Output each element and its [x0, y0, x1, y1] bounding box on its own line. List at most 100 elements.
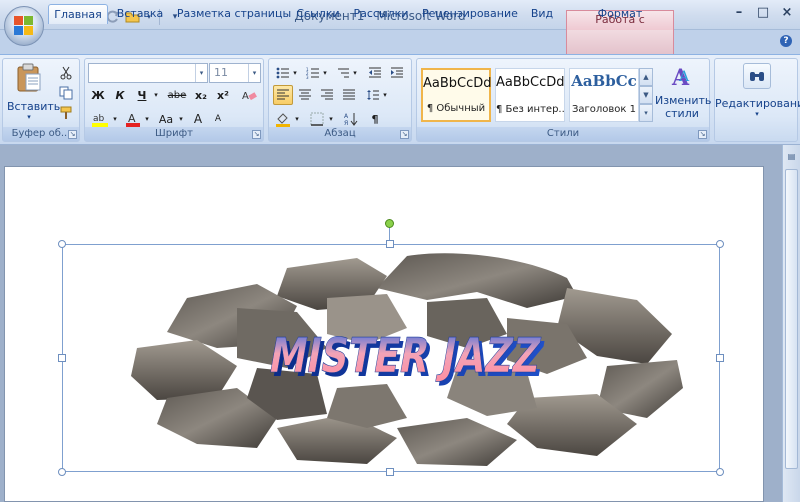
- font-name-dropdown-icon: ▾: [195, 64, 207, 82]
- font-color-icon[interactable]: A: [123, 109, 143, 129]
- minimize-icon[interactable]: –: [732, 6, 746, 20]
- gallery-more-icon[interactable]: ▾: [639, 104, 653, 122]
- editing-label: Редактирование: [715, 97, 800, 110]
- ribbon-tabs: [0, 30, 800, 54]
- multilevel-list-icon[interactable]: [333, 63, 353, 83]
- change-styles-button[interactable]: A A Изменить стили: [655, 63, 712, 120]
- clipboard-group: Вставить ▾ Буфер об... ↘: [2, 58, 80, 142]
- bullets-dropdown-icon[interactable]: ▾: [291, 63, 299, 83]
- context-tab-strip: [566, 30, 674, 54]
- borders-icon[interactable]: [307, 109, 327, 129]
- gallery-up-icon[interactable]: ▲: [639, 68, 653, 86]
- paragraph-launcher-icon[interactable]: ↘: [400, 130, 409, 139]
- change-case-button[interactable]: Aa: [155, 109, 177, 129]
- help-icon[interactable]: ?: [780, 35, 792, 47]
- justify-icon[interactable]: [339, 85, 359, 105]
- shrink-font-button[interactable]: A: [209, 109, 227, 129]
- increase-indent-icon[interactable]: [387, 63, 407, 83]
- highlight-color-icon[interactable]: ab: [89, 109, 111, 129]
- office-button[interactable]: [4, 6, 44, 46]
- font-launcher-icon[interactable]: ↘: [252, 130, 261, 139]
- svg-text:A: A: [242, 91, 249, 102]
- cut-icon[interactable]: [57, 63, 75, 83]
- office-logo-icon: [14, 16, 34, 36]
- rotate-handle[interactable]: [385, 219, 394, 228]
- align-center-icon[interactable]: [295, 85, 315, 105]
- font-group: ▾ 11 ▾ Ж К Ч ▾ abe x₂ x² A ab ▾ A ▾ Aa ▾…: [84, 58, 264, 142]
- resize-handle-top[interactable]: [386, 240, 394, 248]
- align-left-icon[interactable]: [273, 85, 293, 105]
- vertical-scrollbar[interactable]: ▤: [782, 145, 800, 502]
- subscript-button[interactable]: x₂: [191, 85, 211, 105]
- binoculars-icon: [743, 63, 771, 89]
- resize-handle-bottom[interactable]: [386, 468, 394, 476]
- change-case-dropdown-icon[interactable]: ▾: [177, 109, 185, 129]
- bullets-icon[interactable]: [273, 63, 293, 83]
- italic-button[interactable]: К: [111, 85, 129, 105]
- decrease-indent-icon[interactable]: [365, 63, 385, 83]
- shading-dropdown-icon[interactable]: ▾: [293, 109, 301, 129]
- paragraph-group-label: Абзац: [269, 127, 411, 141]
- style-sample-heading: AaBbCc: [571, 72, 637, 90]
- font-size-value: 11: [214, 66, 228, 79]
- line-spacing-icon[interactable]: [363, 85, 383, 105]
- bold-button[interactable]: Ж: [89, 85, 107, 105]
- tab-format[interactable]: Формат: [594, 4, 646, 24]
- styles-launcher-icon[interactable]: ↘: [698, 130, 707, 139]
- close-icon[interactable]: ×: [780, 6, 794, 20]
- highlight-dropdown-icon[interactable]: ▾: [111, 109, 119, 129]
- styles-gallery-scroll: ▲ ▼ ▾: [639, 68, 653, 122]
- tab-mailings[interactable]: Рассылки: [352, 4, 410, 24]
- editing-group: Редактирование ▾: [714, 58, 800, 142]
- font-color-dropdown-icon[interactable]: ▾: [143, 109, 151, 129]
- grow-font-button[interactable]: A: [189, 109, 207, 129]
- styles-group: AaBbCcDd ¶ Обычный AaBbCcDd ¶ Без интер.…: [416, 58, 712, 142]
- shading-icon[interactable]: [273, 109, 293, 129]
- resize-handle-bottom-right[interactable]: [716, 468, 724, 476]
- editing-button[interactable]: Редактирование ▾: [715, 63, 800, 118]
- style-heading-1[interactable]: AaBbCc Заголовок 1: [569, 68, 639, 122]
- numbering-icon[interactable]: 123: [303, 63, 323, 83]
- svg-text:A: A: [678, 69, 690, 85]
- resize-handle-right[interactable]: [716, 354, 724, 362]
- tab-review[interactable]: Рецензирование: [422, 4, 518, 24]
- underline-button[interactable]: Ч: [133, 85, 151, 105]
- copy-icon[interactable]: [57, 83, 75, 103]
- change-styles-label: Изменить стили: [655, 94, 712, 120]
- paste-button[interactable]: Вставить ▾: [7, 63, 60, 121]
- maximize-icon[interactable]: □: [756, 6, 770, 20]
- tab-view[interactable]: Вид: [528, 4, 556, 24]
- tab-home[interactable]: Главная: [48, 4, 108, 24]
- underline-dropdown-icon[interactable]: ▾: [151, 85, 161, 105]
- strikethrough-button[interactable]: abe: [165, 85, 189, 105]
- style-normal[interactable]: AaBbCcDd ¶ Обычный: [421, 68, 492, 122]
- resize-handle-bottom-left[interactable]: [58, 468, 66, 476]
- style-name-heading: Заголовок 1: [571, 104, 636, 115]
- line-spacing-dropdown-icon[interactable]: ▾: [381, 85, 389, 105]
- font-name-combo[interactable]: ▾: [88, 63, 208, 83]
- numbering-dropdown-icon[interactable]: ▾: [321, 63, 329, 83]
- font-size-combo[interactable]: 11 ▾: [209, 63, 261, 83]
- align-right-icon[interactable]: [317, 85, 337, 105]
- scrollbar-thumb[interactable]: [785, 169, 798, 469]
- sort-icon[interactable]: АЯ: [341, 109, 361, 129]
- borders-dropdown-icon[interactable]: ▾: [327, 109, 335, 129]
- tab-references[interactable]: Ссылки: [296, 4, 340, 24]
- clipboard-launcher-icon[interactable]: ↘: [68, 130, 77, 139]
- gallery-down-icon[interactable]: ▼: [639, 86, 653, 104]
- resize-handle-left[interactable]: [58, 354, 66, 362]
- clear-formatting-icon[interactable]: A: [239, 85, 259, 105]
- superscript-button[interactable]: x²: [213, 85, 233, 105]
- picture-selection-frame: [62, 244, 720, 472]
- resize-handle-top-left[interactable]: [58, 240, 66, 248]
- tab-page-layout[interactable]: Разметка страницы: [176, 4, 292, 24]
- paste-icon: [17, 63, 41, 92]
- tab-insert[interactable]: Вставка: [112, 4, 168, 24]
- show-marks-button[interactable]: ¶: [365, 109, 385, 129]
- resize-handle-top-right[interactable]: [716, 240, 724, 248]
- paste-dropdown-icon: ▾: [27, 113, 31, 121]
- format-painter-icon[interactable]: [57, 103, 75, 123]
- style-no-spacing[interactable]: AaBbCcDd ¶ Без интер...: [495, 68, 565, 122]
- ruler-toggle-icon[interactable]: ▤: [784, 149, 799, 164]
- multilevel-dropdown-icon[interactable]: ▾: [351, 63, 359, 83]
